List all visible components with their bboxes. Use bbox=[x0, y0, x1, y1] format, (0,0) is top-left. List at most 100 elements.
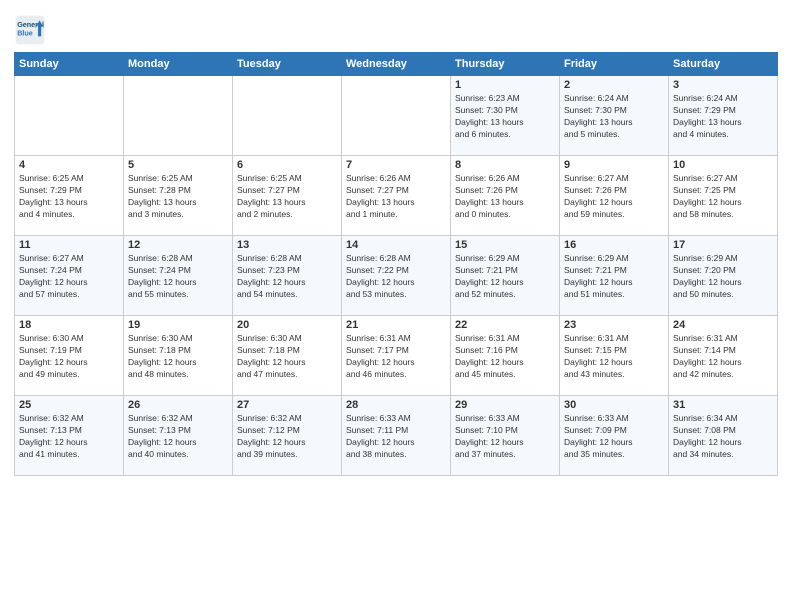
day-info: Sunrise: 6:28 AM Sunset: 7:24 PM Dayligh… bbox=[128, 253, 228, 301]
calendar-body: 1Sunrise: 6:23 AM Sunset: 7:30 PM Daylig… bbox=[15, 76, 778, 476]
day-info: Sunrise: 6:29 AM Sunset: 7:20 PM Dayligh… bbox=[673, 253, 773, 301]
calendar-cell: 1Sunrise: 6:23 AM Sunset: 7:30 PM Daylig… bbox=[451, 76, 560, 156]
logo-icon: General Blue bbox=[14, 14, 46, 46]
calendar-cell: 28 Sunrise: 6:33 AM Sunset: 7:11 PM Dayli… bbox=[342, 396, 451, 476]
calendar-cell bbox=[233, 76, 342, 156]
day-number: 25 bbox=[19, 399, 119, 411]
day-info: Sunrise: 6:29 AM Sunset: 7:21 PM Dayligh… bbox=[564, 253, 664, 301]
calendar-week-row: 11 Sunrise: 6:27 AM Sunset: 7:24 PM Dayli… bbox=[15, 236, 778, 316]
calendar-cell: 10 Sunrise: 6:27 AM Sunset: 7:25 PM Dayli… bbox=[669, 156, 778, 236]
day-info: Sunrise: 6:25 AM Sunset: 7:27 PM Dayligh… bbox=[237, 173, 337, 221]
day-number: 4 bbox=[19, 159, 119, 171]
day-number: 6 bbox=[237, 159, 337, 171]
day-number: 1 bbox=[455, 79, 555, 91]
day-number: 10 bbox=[673, 159, 773, 171]
day-number: 3 bbox=[673, 79, 773, 91]
calendar-cell: 18Sunrise: 6:30 AM Sunset: 7:19 PM Dayli… bbox=[15, 316, 124, 396]
day-number: 31 bbox=[673, 399, 773, 411]
calendar-cell: 20 Sunrise: 6:30 AM Sunset: 7:18 PM Dayli… bbox=[233, 316, 342, 396]
day-info: Sunrise: 6:32 AM Sunset: 7:12 PM Dayligh… bbox=[237, 413, 337, 461]
day-info: Sunrise: 6:27 AM Sunset: 7:26 PM Dayligh… bbox=[564, 173, 664, 221]
day-number: 2 bbox=[564, 79, 664, 91]
day-number: 21 bbox=[346, 319, 446, 331]
calendar-cell: 12 Sunrise: 6:28 AM Sunset: 7:24 PM Dayli… bbox=[124, 236, 233, 316]
calendar-week-row: 1Sunrise: 6:23 AM Sunset: 7:30 PM Daylig… bbox=[15, 76, 778, 156]
calendar-cell: 19 Sunrise: 6:30 AM Sunset: 7:18 PM Dayli… bbox=[124, 316, 233, 396]
weekday-header-monday: Monday bbox=[124, 53, 233, 76]
calendar-cell: 23Sunrise: 6:31 AM Sunset: 7:15 PM Dayli… bbox=[560, 316, 669, 396]
weekday-header-thursday: Thursday bbox=[451, 53, 560, 76]
day-number: 27 bbox=[237, 399, 337, 411]
day-info: Sunrise: 6:28 AM Sunset: 7:22 PM Dayligh… bbox=[346, 253, 446, 301]
calendar-cell: 30 Sunrise: 6:33 AM Sunset: 7:09 PM Dayli… bbox=[560, 396, 669, 476]
day-info: Sunrise: 6:30 AM Sunset: 7:19 PM Dayligh… bbox=[19, 333, 119, 381]
day-number: 8 bbox=[455, 159, 555, 171]
day-number: 9 bbox=[564, 159, 664, 171]
day-info: Sunrise: 6:27 AM Sunset: 7:24 PM Dayligh… bbox=[19, 253, 119, 301]
day-info: Sunrise: 6:26 AM Sunset: 7:26 PM Dayligh… bbox=[455, 173, 555, 221]
day-number: 11 bbox=[19, 239, 119, 251]
day-info: Sunrise: 6:24 AM Sunset: 7:30 PM Dayligh… bbox=[564, 93, 664, 141]
calendar-cell: 4 Sunrise: 6:25 AM Sunset: 7:29 PM Daylig… bbox=[15, 156, 124, 236]
calendar-cell: 26 Sunrise: 6:32 AM Sunset: 7:13 PM Dayli… bbox=[124, 396, 233, 476]
calendar-cell: 5Sunrise: 6:25 AM Sunset: 7:28 PM Daylig… bbox=[124, 156, 233, 236]
calendar-cell: 7Sunrise: 6:26 AM Sunset: 7:27 PM Daylig… bbox=[342, 156, 451, 236]
calendar-table: SundayMondayTuesdayWednesdayThursdayFrid… bbox=[14, 52, 778, 476]
day-number: 15 bbox=[455, 239, 555, 251]
day-number: 22 bbox=[455, 319, 555, 331]
calendar-cell bbox=[342, 76, 451, 156]
calendar-cell: 13 Sunrise: 6:28 AM Sunset: 7:23 PM Dayli… bbox=[233, 236, 342, 316]
calendar-cell: 6 Sunrise: 6:25 AM Sunset: 7:27 PM Daylig… bbox=[233, 156, 342, 236]
day-info: Sunrise: 6:31 AM Sunset: 7:17 PM Dayligh… bbox=[346, 333, 446, 381]
day-info: Sunrise: 6:28 AM Sunset: 7:23 PM Dayligh… bbox=[237, 253, 337, 301]
calendar-cell: 3Sunrise: 6:24 AM Sunset: 7:29 PM Daylig… bbox=[669, 76, 778, 156]
calendar-header: SundayMondayTuesdayWednesdayThursdayFrid… bbox=[15, 53, 778, 76]
day-info: Sunrise: 6:29 AM Sunset: 7:21 PM Dayligh… bbox=[455, 253, 555, 301]
day-info: Sunrise: 6:32 AM Sunset: 7:13 PM Dayligh… bbox=[19, 413, 119, 461]
day-number: 7 bbox=[346, 159, 446, 171]
calendar-cell: 29 Sunrise: 6:33 AM Sunset: 7:10 PM Dayli… bbox=[451, 396, 560, 476]
calendar-cell bbox=[124, 76, 233, 156]
svg-text:Blue: Blue bbox=[17, 29, 33, 38]
weekday-header-wednesday: Wednesday bbox=[342, 53, 451, 76]
weekday-header-saturday: Saturday bbox=[669, 53, 778, 76]
day-info: Sunrise: 6:34 AM Sunset: 7:08 PM Dayligh… bbox=[673, 413, 773, 461]
day-info: Sunrise: 6:33 AM Sunset: 7:11 PM Dayligh… bbox=[346, 413, 446, 461]
day-number: 24 bbox=[673, 319, 773, 331]
day-info: Sunrise: 6:30 AM Sunset: 7:18 PM Dayligh… bbox=[237, 333, 337, 381]
calendar-week-row: 18Sunrise: 6:30 AM Sunset: 7:19 PM Dayli… bbox=[15, 316, 778, 396]
day-info: Sunrise: 6:33 AM Sunset: 7:10 PM Dayligh… bbox=[455, 413, 555, 461]
day-number: 12 bbox=[128, 239, 228, 251]
weekday-header-tuesday: Tuesday bbox=[233, 53, 342, 76]
day-info: Sunrise: 6:33 AM Sunset: 7:09 PM Dayligh… bbox=[564, 413, 664, 461]
day-number: 26 bbox=[128, 399, 228, 411]
calendar-cell: 27 Sunrise: 6:32 AM Sunset: 7:12 PM Dayli… bbox=[233, 396, 342, 476]
weekday-header-row: SundayMondayTuesdayWednesdayThursdayFrid… bbox=[15, 53, 778, 76]
day-info: Sunrise: 6:32 AM Sunset: 7:13 PM Dayligh… bbox=[128, 413, 228, 461]
weekday-header-friday: Friday bbox=[560, 53, 669, 76]
day-number: 19 bbox=[128, 319, 228, 331]
day-info: Sunrise: 6:31 AM Sunset: 7:14 PM Dayligh… bbox=[673, 333, 773, 381]
day-number: 29 bbox=[455, 399, 555, 411]
day-number: 23 bbox=[564, 319, 664, 331]
calendar-cell: 25 Sunrise: 6:32 AM Sunset: 7:13 PM Dayli… bbox=[15, 396, 124, 476]
day-number: 14 bbox=[346, 239, 446, 251]
logo: General Blue bbox=[14, 14, 50, 46]
day-number: 13 bbox=[237, 239, 337, 251]
day-info: Sunrise: 6:31 AM Sunset: 7:16 PM Dayligh… bbox=[455, 333, 555, 381]
day-number: 30 bbox=[564, 399, 664, 411]
calendar-cell: 2 Sunrise: 6:24 AM Sunset: 7:30 PM Daylig… bbox=[560, 76, 669, 156]
page-container: General Blue SundayMondayTuesdayWednesda… bbox=[0, 0, 792, 484]
calendar-cell: 24 Sunrise: 6:31 AM Sunset: 7:14 PM Dayli… bbox=[669, 316, 778, 396]
day-number: 16 bbox=[564, 239, 664, 251]
day-number: 20 bbox=[237, 319, 337, 331]
day-info: Sunrise: 6:25 AM Sunset: 7:29 PM Dayligh… bbox=[19, 173, 119, 221]
day-info: Sunrise: 6:27 AM Sunset: 7:25 PM Dayligh… bbox=[673, 173, 773, 221]
day-number: 17 bbox=[673, 239, 773, 251]
calendar-cell bbox=[15, 76, 124, 156]
calendar-cell: 21 Sunrise: 6:31 AM Sunset: 7:17 PM Dayli… bbox=[342, 316, 451, 396]
day-info: Sunrise: 6:30 AM Sunset: 7:18 PM Dayligh… bbox=[128, 333, 228, 381]
calendar-cell: 9 Sunrise: 6:27 AM Sunset: 7:26 PM Daylig… bbox=[560, 156, 669, 236]
day-number: 28 bbox=[346, 399, 446, 411]
day-info: Sunrise: 6:25 AM Sunset: 7:28 PM Dayligh… bbox=[128, 173, 228, 221]
